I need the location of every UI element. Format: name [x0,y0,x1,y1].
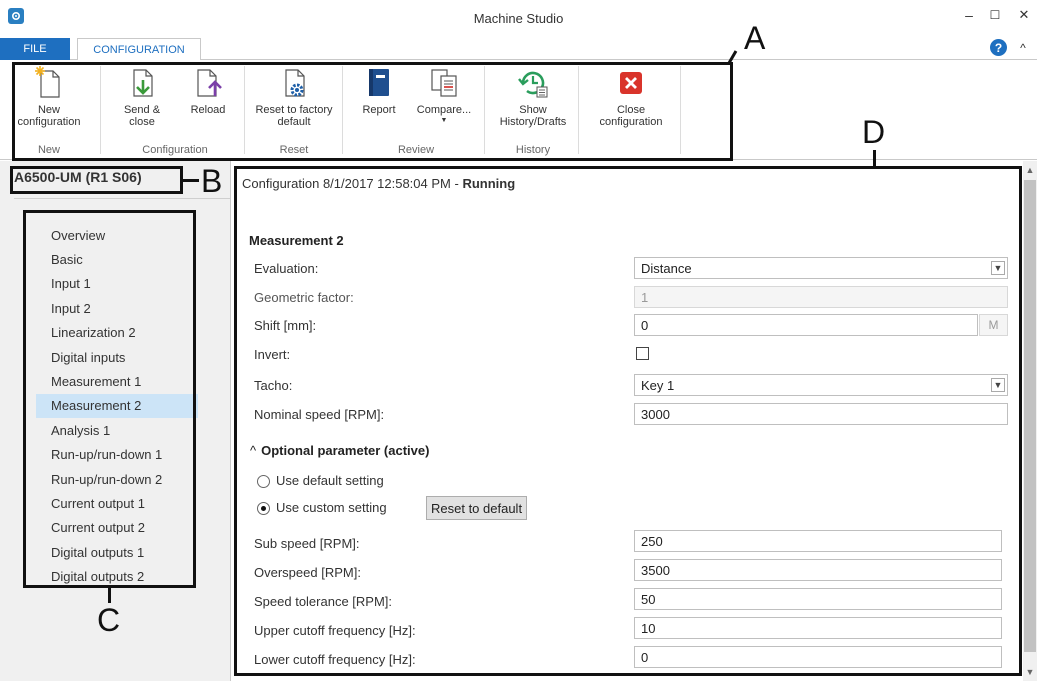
help-icon[interactable]: ? [990,39,1007,56]
annotation-label-a: A [744,20,766,56]
title-bar: Machine Studio – ☐ ✕ [0,0,1037,34]
window-title: Machine Studio [473,11,564,26]
scrollbar-thumb[interactable] [1024,180,1036,652]
collapse-ribbon-icon[interactable]: ^ [1016,39,1030,56]
annotation-frame-c [23,210,196,588]
maximize-button[interactable]: ☐ [981,4,1009,26]
annotation-label-b: B [201,163,223,199]
annotation-pointer-b [183,179,199,182]
annotation-label-d: D [862,114,886,150]
annotation-pointer-c [108,588,111,603]
annotation-pointer-d [873,150,876,167]
annotation-frame-d [234,166,1022,676]
scroll-down-icon[interactable]: ▼ [1023,664,1037,680]
minimize-button[interactable]: – [955,4,983,26]
tab-configuration[interactable]: CONFIGURATION [77,38,201,61]
close-window-button[interactable]: ✕ [1010,4,1037,26]
annotation-label-c: C [97,602,121,638]
ribbon-tabs: FILE CONFIGURATION ? ^ [0,36,1037,61]
annotation-frame-a [12,62,733,161]
scroll-up-icon[interactable]: ▲ [1023,162,1037,178]
annotation-frame-b [10,166,183,194]
device-separator [14,198,230,199]
tab-file[interactable]: FILE [0,38,70,60]
